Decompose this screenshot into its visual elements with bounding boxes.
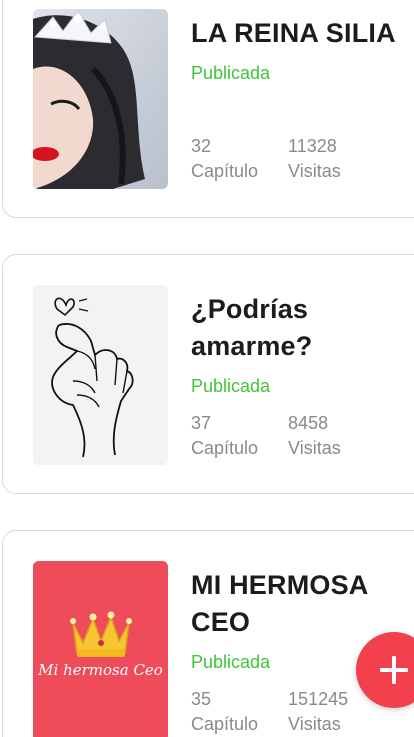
book-info: ¿Podrías amarme? Publicada 37 Capítulo 8… bbox=[191, 291, 391, 461]
book-card[interactable]: LA REINA SILIA Publicada 32 Capítulo 113… bbox=[2, 0, 414, 218]
visit-count-value: 11328 bbox=[288, 136, 337, 156]
book-stats: 32 Capítulo 11328 Visitas bbox=[191, 134, 391, 184]
visit-count-value: 8458 bbox=[288, 413, 329, 433]
visit-count-value: 151245 bbox=[288, 689, 349, 709]
book-title[interactable]: LA REINA SILIA bbox=[191, 15, 406, 52]
visit-count: 8458 Visitas bbox=[288, 411, 341, 461]
chapter-count: 35 Capítulo bbox=[191, 687, 258, 737]
visit-count-label: Visitas bbox=[288, 438, 341, 458]
book-status: Publicada bbox=[191, 63, 271, 83]
golden-crown bbox=[33, 561, 168, 737]
book-card[interactable]: ¿Podrías amarme? Publicada 37 Capítulo 8… bbox=[2, 254, 414, 494]
visit-count-label: Visitas bbox=[288, 161, 341, 181]
cover-title-text: Mi hermosa Ceo bbox=[38, 661, 163, 679]
plus-icon bbox=[380, 656, 408, 684]
book-info: LA REINA SILIA Publicada 32 Capítulo 113… bbox=[191, 15, 396, 184]
book-stats: 35 Capítulo 151245 Visitas bbox=[191, 687, 391, 737]
chapter-count-label: Capítulo bbox=[191, 438, 259, 458]
book-list-screen: LA REINA SILIA Publicada 32 Capítulo 113… bbox=[0, 0, 414, 737]
chapter-count: 32 Capítulo bbox=[191, 134, 258, 184]
chapter-count-value: 37 bbox=[191, 413, 212, 433]
book-title[interactable]: MI HERMOSA CEO bbox=[191, 567, 406, 641]
chapter-count-label: Capítulo bbox=[191, 714, 259, 734]
book-cover-image[interactable]: Mi hermosa Ceo bbox=[33, 561, 168, 737]
chapter-count-value: 35 bbox=[191, 689, 212, 709]
book-title[interactable]: ¿Podrías amarme? bbox=[191, 291, 406, 365]
book-cover-image[interactable] bbox=[33, 9, 168, 189]
book-cover-image[interactable] bbox=[33, 285, 168, 465]
finger-heart-hand-drawing bbox=[33, 285, 168, 465]
visit-count: 11328 Visitas bbox=[288, 134, 341, 184]
visit-count-label: Visitas bbox=[288, 714, 341, 734]
visit-count: 151245 Visitas bbox=[288, 687, 348, 737]
chapter-count: 37 Capítulo bbox=[191, 411, 258, 461]
chapter-count-value: 32 bbox=[191, 136, 212, 156]
book-status: Publicada bbox=[191, 376, 271, 396]
book-stats: 37 Capítulo 8458 Visitas bbox=[191, 411, 391, 461]
chapter-count-label: Capítulo bbox=[191, 161, 259, 181]
book-card[interactable]: Mi hermosa Ceo MI HERMOSA CEO Publicada … bbox=[2, 530, 414, 737]
crowned-woman-illustration bbox=[33, 9, 168, 189]
